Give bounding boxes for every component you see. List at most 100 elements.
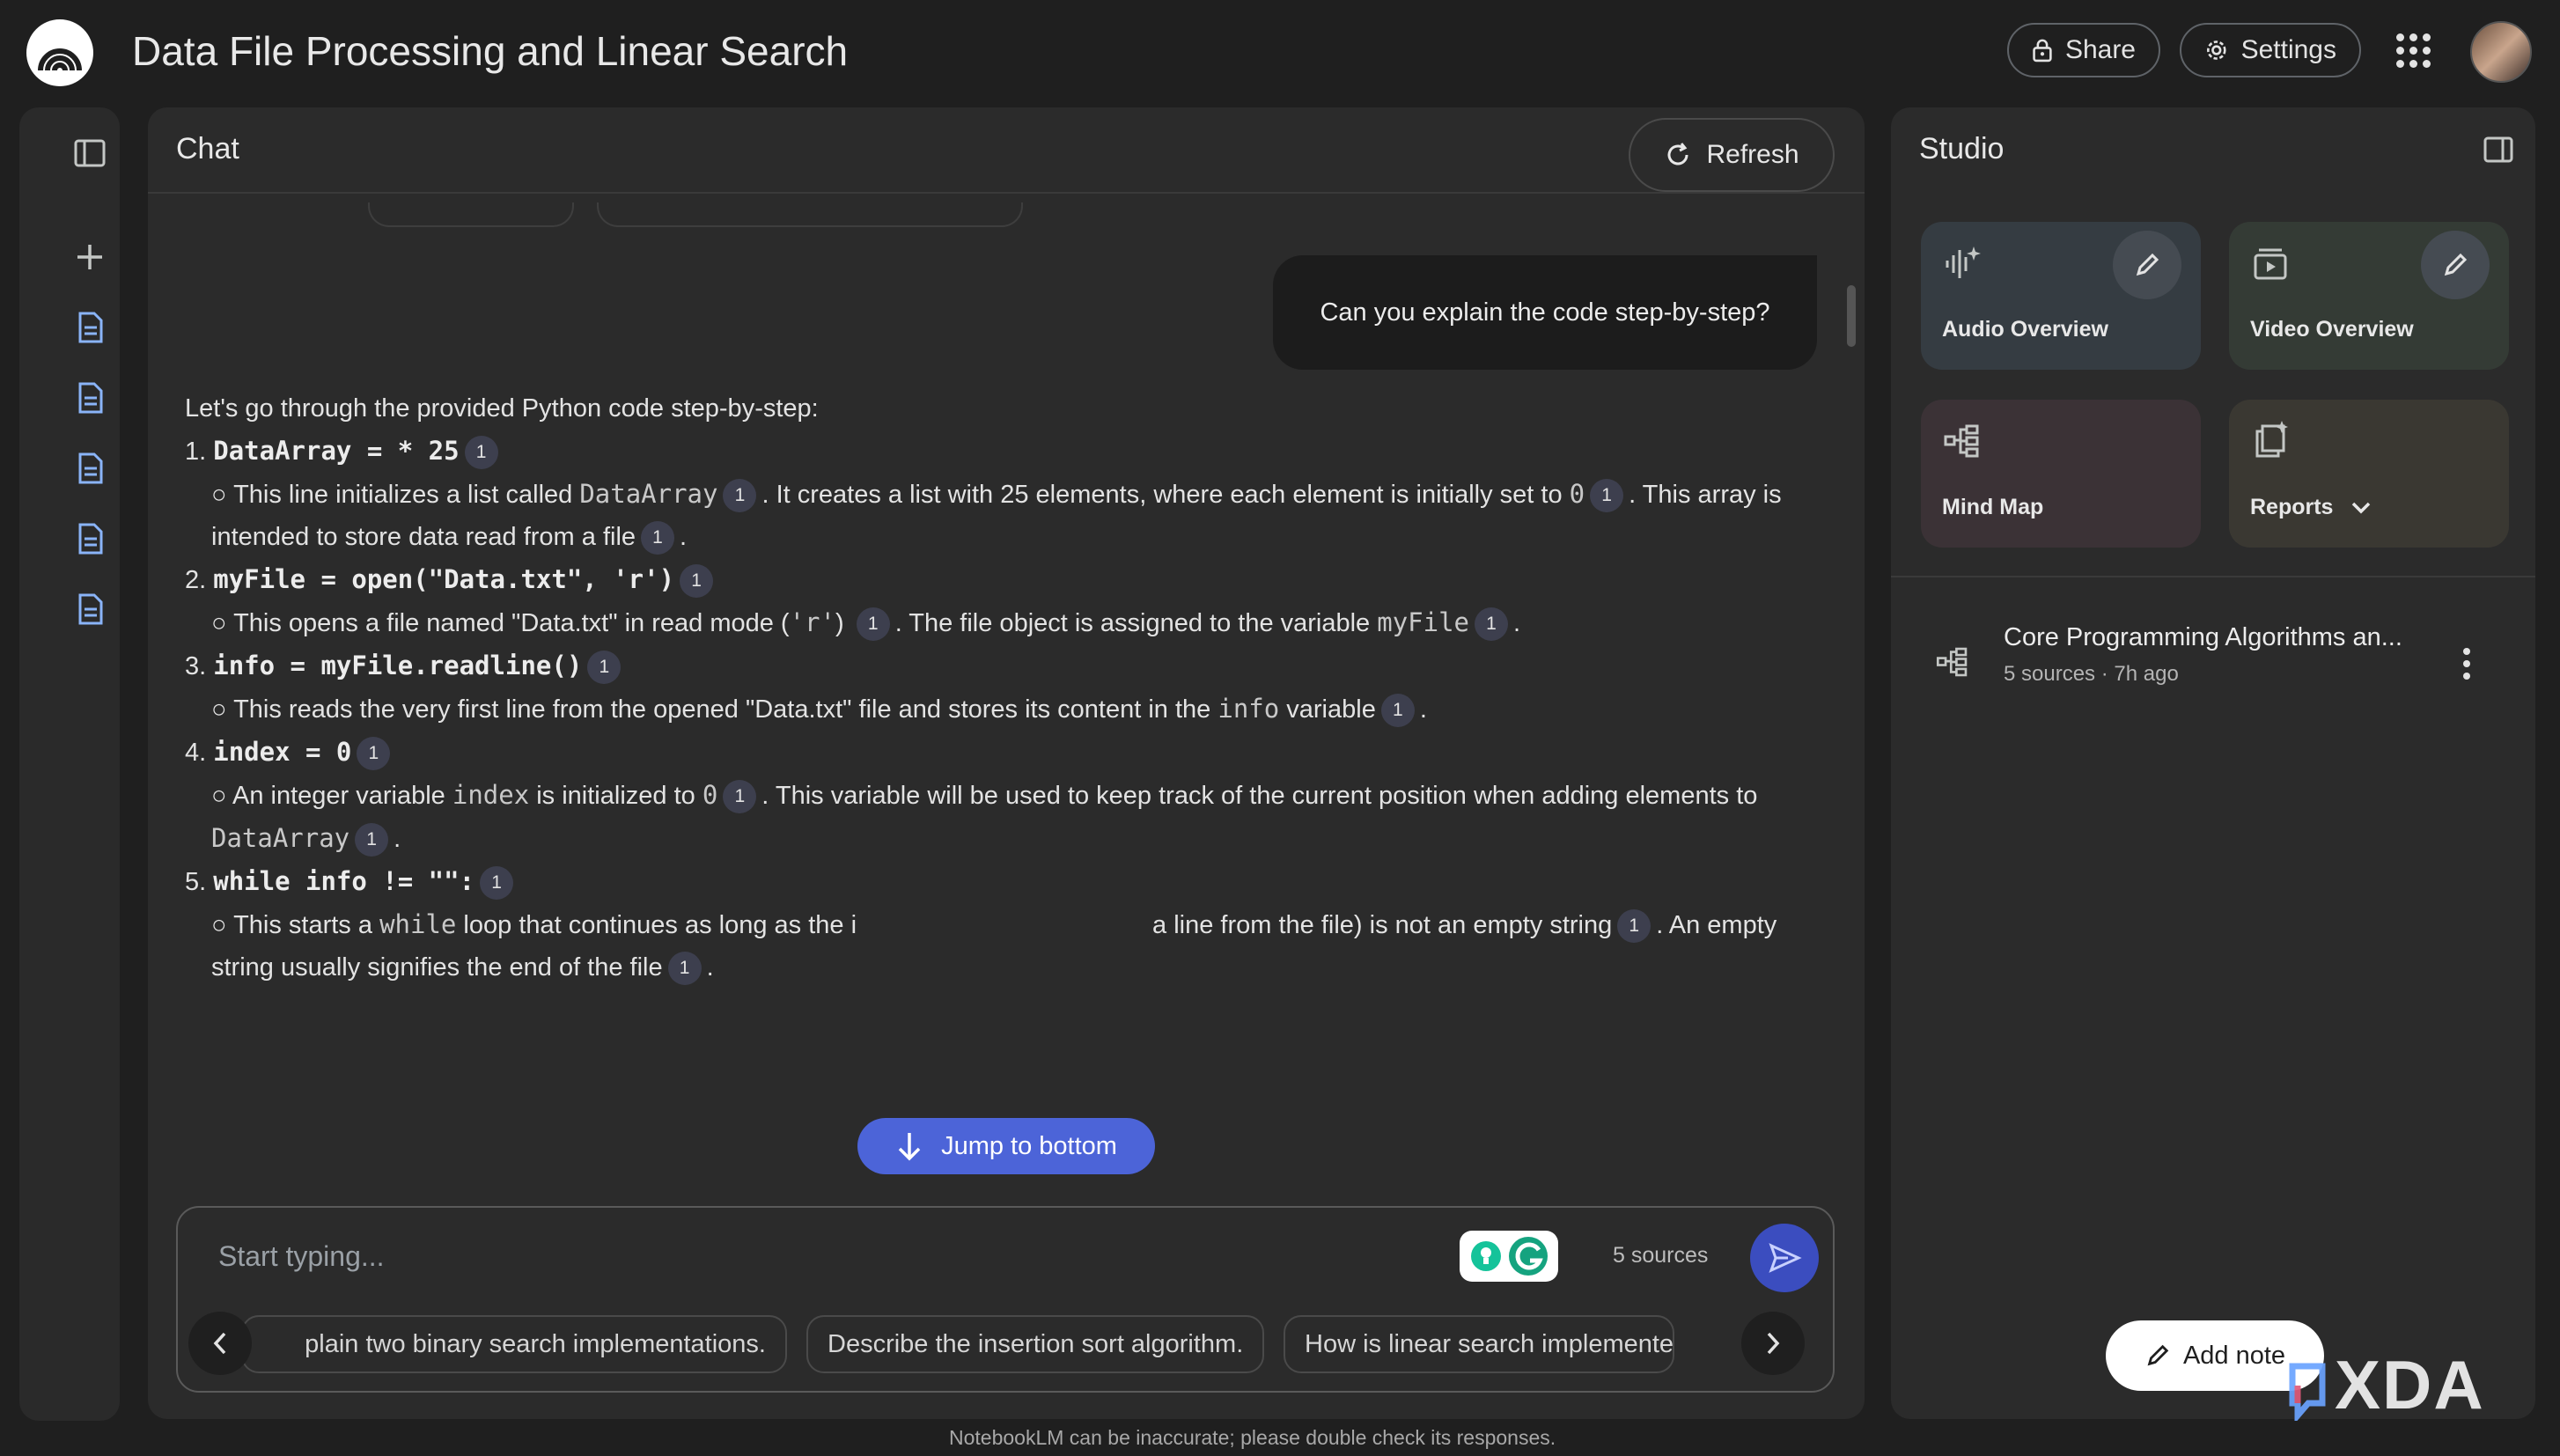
source-document-icon[interactable]	[72, 592, 107, 627]
scrollbar[interactable]	[1847, 285, 1856, 347]
step-heading: 4. index = 01	[185, 731, 1822, 774]
chat-title: Chat	[176, 132, 239, 165]
arrow-down-icon	[898, 1133, 921, 1161]
citation-badge[interactable]: 1	[667, 952, 702, 986]
step-explanation: ○ This starts a while loop that continue…	[185, 903, 1822, 989]
citation-badge[interactable]: 1	[1617, 909, 1651, 944]
apps-grid-icon[interactable]	[2396, 33, 2431, 69]
citation-badge[interactable]: 1	[680, 564, 714, 599]
step-heading: 5. while info != "": 1	[185, 860, 1822, 903]
chevron-down-icon[interactable]	[2350, 499, 2372, 517]
add-note-label: Add note	[2182, 1341, 2286, 1370]
saved-note-item[interactable]: Core Programming Algorithms an... 5 sour…	[1891, 600, 2535, 697]
citation-badge[interactable]: 1	[1475, 607, 1509, 642]
audio-waveform-icon	[1946, 246, 1981, 278]
mind-map-icon	[1944, 424, 1979, 458]
suggestion-chip[interactable]: Describe the insertion sort algorithm.	[806, 1315, 1264, 1373]
reports-icon	[2255, 421, 2288, 458]
note-title: Core Programming Algorithms an...	[2004, 623, 2402, 651]
send-icon	[1769, 1243, 1802, 1273]
citation-badge[interactable]: 1	[480, 866, 514, 901]
step-heading: 1. DataArray = * 25 1	[185, 430, 1822, 473]
divider	[148, 192, 1865, 194]
pencil-icon	[2444, 253, 2468, 276]
studio-title: Studio	[1919, 132, 2005, 165]
card-label: Audio Overview	[1942, 317, 2108, 342]
panel-toggle-icon[interactable]	[72, 136, 107, 171]
xda-logo-icon	[2289, 1363, 2326, 1424]
panel-toggle-icon[interactable]	[2483, 134, 2514, 165]
mind-map-icon	[1936, 647, 1968, 677]
card-label: Reports	[2250, 495, 2372, 520]
citation-badge[interactable]: 1	[357, 737, 391, 771]
assistant-response: Let's go through the provided Python cod…	[185, 387, 1822, 989]
suggestion-chip[interactable]: plain two binary search implementations.	[241, 1315, 787, 1373]
settings-button[interactable]: Settings	[2180, 23, 2361, 77]
jump-label: Jump to bottom	[941, 1131, 1117, 1160]
mind-map-card[interactable]: Mind Map	[1921, 400, 2201, 548]
xda-watermark: XDA	[2285, 1345, 2485, 1425]
edit-button[interactable]	[2421, 231, 2490, 299]
send-button[interactable]	[1750, 1224, 1819, 1292]
divider	[1891, 576, 2535, 577]
disclaimer-text: NotebookLM can be inaccurate; please dou…	[949, 1426, 1556, 1449]
response-intro: Let's go through the provided Python cod…	[185, 394, 819, 423]
user-message-bubble: Can you explain the code step-by-step?	[1273, 255, 1817, 370]
citation-badge[interactable]: 1	[587, 651, 622, 685]
citation-badge[interactable]: 1	[856, 607, 890, 642]
refresh-icon	[1668, 143, 1688, 165]
source-document-icon[interactable]	[72, 310, 107, 345]
chat-input-box: 5 sources plain two binary search implem…	[176, 1206, 1835, 1393]
grammarly-icon	[1471, 1237, 1548, 1276]
source-document-icon[interactable]	[72, 521, 107, 556]
pencil-icon	[2136, 253, 2159, 276]
audio-overview-card[interactable]: Audio Overview	[1921, 222, 2201, 370]
reports-card[interactable]: Reports	[2229, 400, 2509, 548]
edit-button[interactable]	[2113, 231, 2181, 299]
notebooklm-logo-icon[interactable]	[26, 19, 93, 86]
citation-badge[interactable]: 1	[641, 521, 675, 555]
source-document-icon[interactable]	[72, 380, 107, 415]
citation-badge[interactable]: 1	[723, 780, 757, 814]
notebook-title[interactable]: Data File Processing and Linear Search	[132, 26, 848, 76]
step-heading: 3. info = myFile.readline() 1	[185, 644, 1822, 688]
citation-badge[interactable]: 1	[355, 823, 389, 857]
note-meta: 5 sources · 7h ago	[2004, 662, 2179, 686]
refresh-button[interactable]: Refresh	[1629, 118, 1835, 192]
add-source-icon[interactable]	[72, 239, 107, 275]
jump-to-bottom-button[interactable]: Jump to bottom	[857, 1118, 1155, 1174]
source-document-icon[interactable]	[72, 451, 107, 486]
grammarly-widget[interactable]	[1460, 1231, 1558, 1282]
chips-prev-button[interactable]	[188, 1312, 252, 1375]
lock-icon	[2033, 39, 2052, 63]
step-explanation: ○ This opens a file named "Data.txt" in …	[185, 601, 1822, 644]
step-explanation: ○ An integer variable index is initializ…	[185, 774, 1822, 860]
studio-panel: Studio Audio Overview Video Overview Min…	[1891, 107, 2535, 1419]
citation-badge[interactable]: 1	[723, 479, 757, 513]
sources-rail	[19, 107, 120, 1421]
citation-badge[interactable]: 1	[464, 436, 498, 470]
more-vert-icon[interactable]	[2461, 646, 2472, 681]
chat-input[interactable]	[217, 1232, 1012, 1280]
citation-badge[interactable]: 1	[1590, 479, 1624, 513]
sources-count: 5 sources	[1613, 1243, 1709, 1268]
suggestion-chip[interactable]: How is linear search implemente	[1284, 1315, 1674, 1373]
scrolled-suggestion-chips	[368, 202, 1777, 227]
card-label: Mind Map	[1942, 495, 2044, 519]
share-button[interactable]: Share	[2007, 23, 2160, 77]
chips-next-button[interactable]	[1741, 1312, 1805, 1375]
pencil-icon	[2147, 1344, 2169, 1366]
step-heading: 2. myFile = open("Data.txt", 'r') 1	[185, 558, 1822, 601]
gear-icon	[2207, 40, 2226, 60]
share-label: Share	[2064, 35, 2136, 64]
avatar[interactable]	[2470, 21, 2532, 83]
chevron-right-icon	[1767, 1332, 1780, 1355]
video-overview-card[interactable]: Video Overview	[2229, 222, 2509, 370]
refresh-label: Refresh	[1706, 140, 1799, 169]
settings-label: Settings	[2240, 35, 2336, 64]
citation-badge[interactable]: 1	[1380, 694, 1415, 728]
chevron-left-icon	[213, 1332, 226, 1355]
step-explanation: ○ This line initializes a list called Da…	[185, 473, 1822, 558]
chat-panel: Chat Refresh Can you explain the code st…	[148, 107, 1865, 1419]
step-explanation: ○ This reads the very first line from th…	[185, 688, 1822, 731]
